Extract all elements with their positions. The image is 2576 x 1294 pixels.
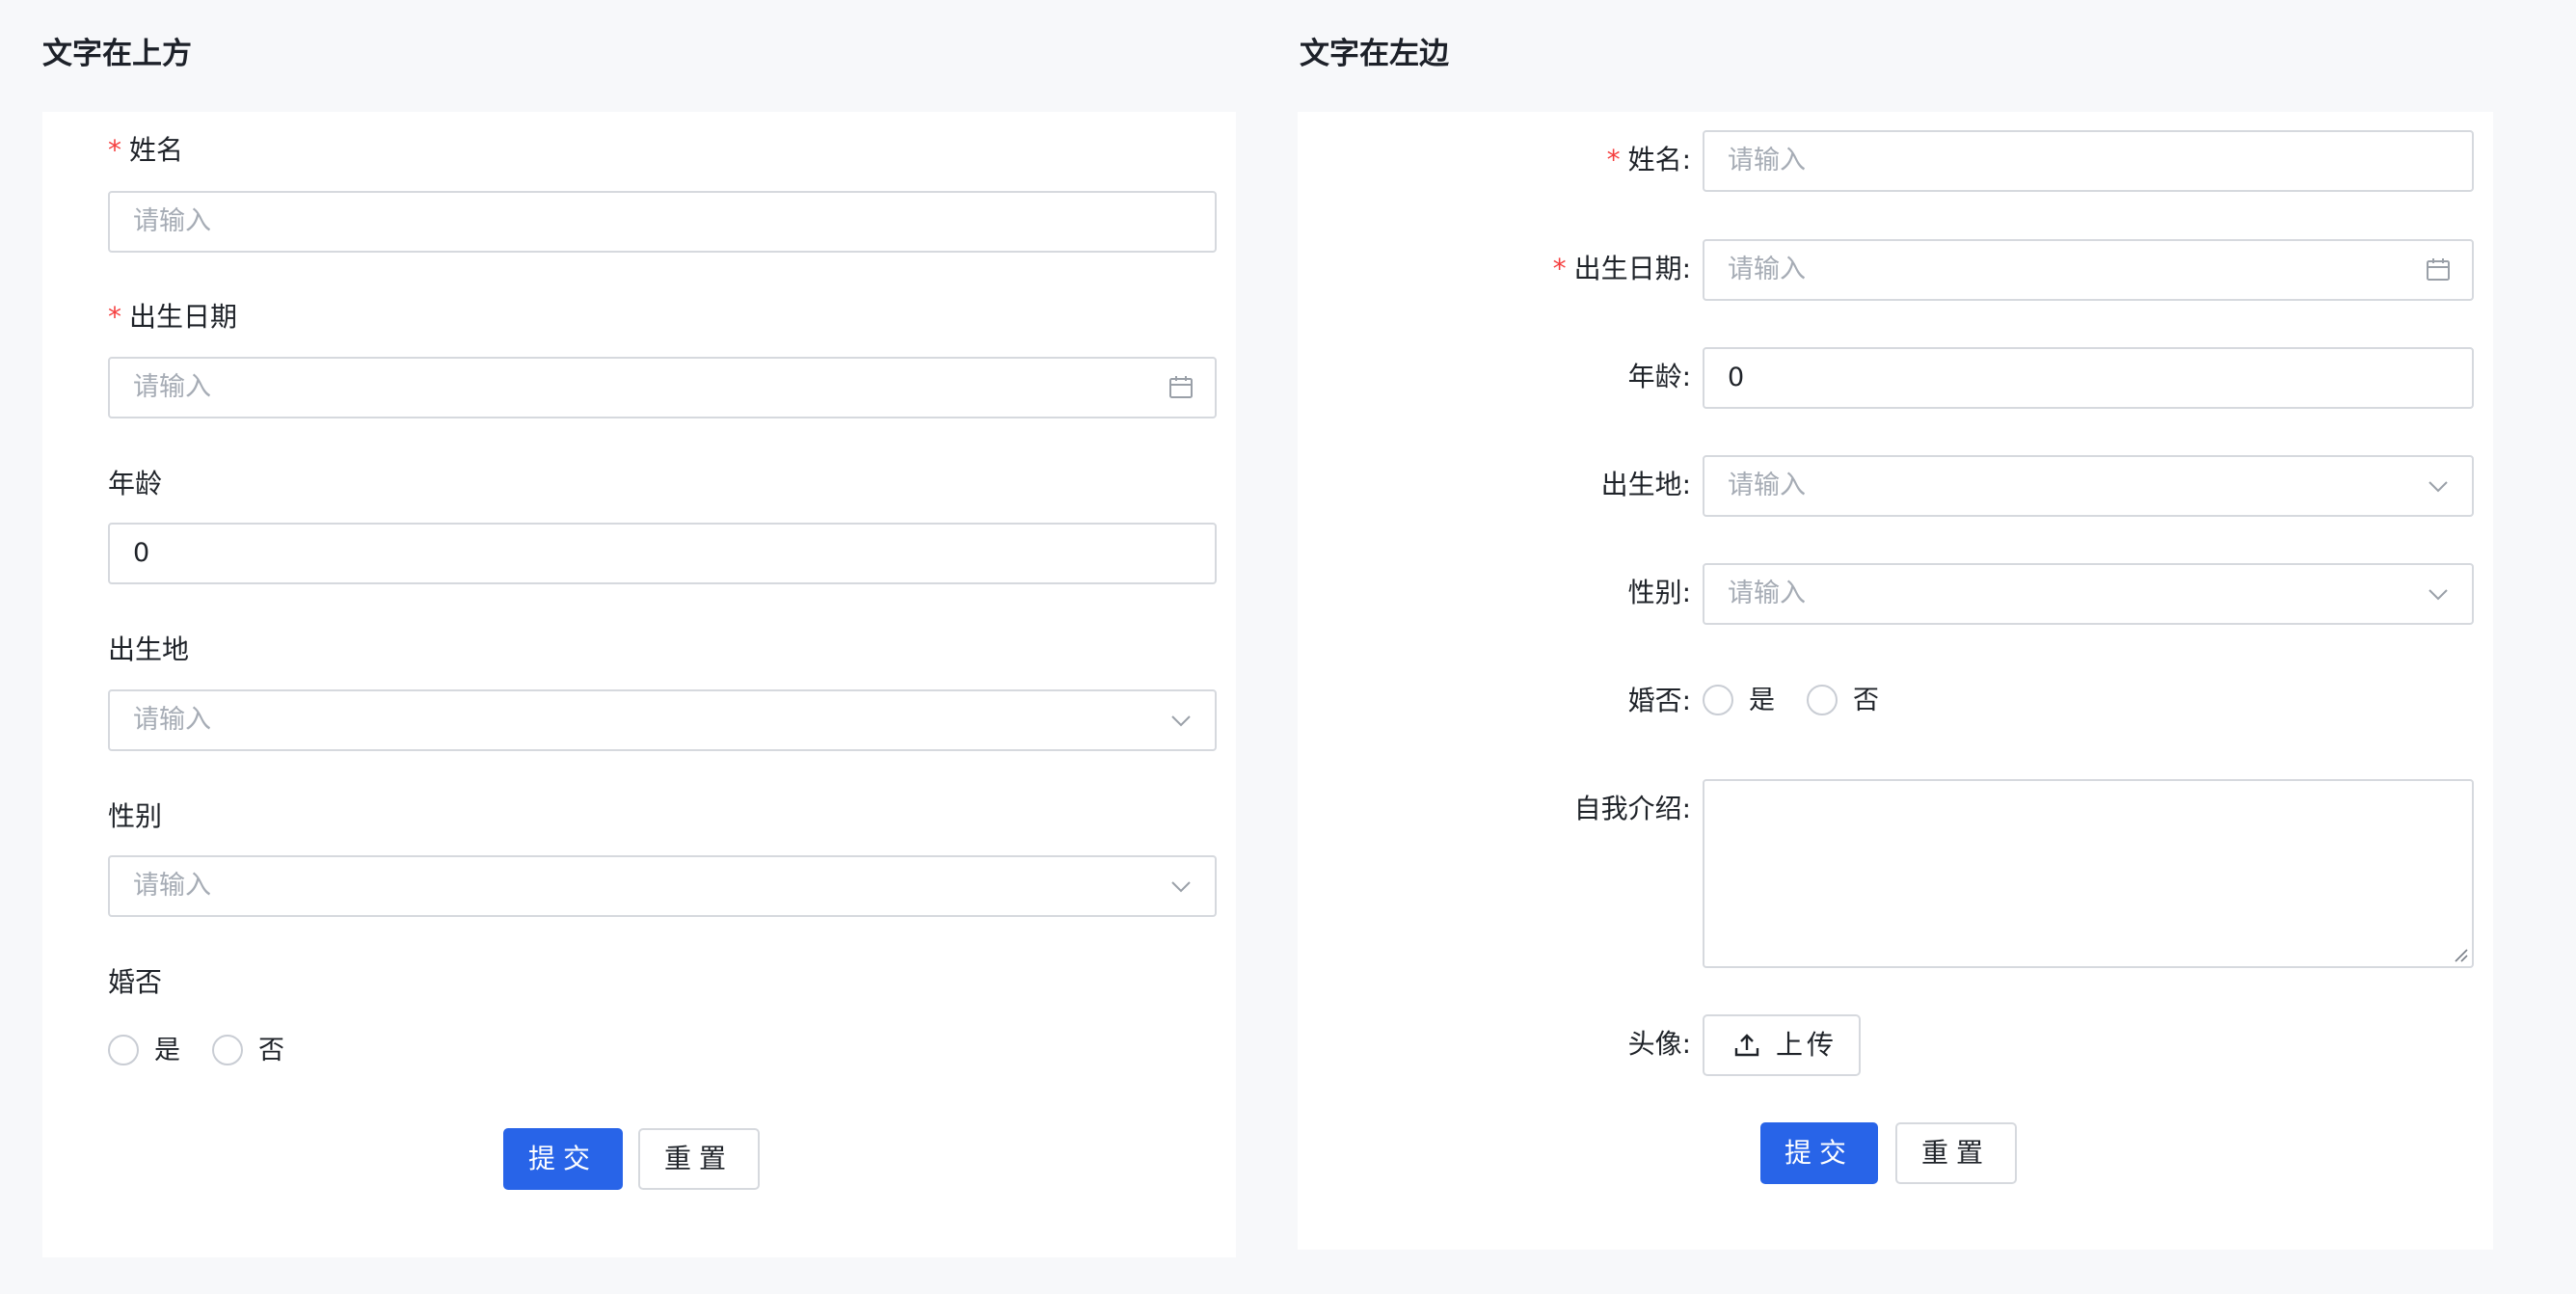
radio-label: 是 — [1749, 686, 1775, 715]
top-reset-button[interactable]: 重置 — [638, 1128, 760, 1190]
chevron-down-icon — [1171, 881, 1191, 893]
top-age-label: 年龄 — [108, 468, 163, 499]
left-submit-button[interactable]: 提交 — [1760, 1122, 1878, 1184]
left-birthplace-placeholder: 请输入 — [1728, 471, 1806, 500]
top-married-label: 婚否 — [108, 966, 163, 998]
left-name-input[interactable]: 请输入 — [1703, 130, 2474, 192]
left-birthplace-label: 出生地: — [1600, 469, 1691, 500]
top-form-panel — [42, 112, 1236, 1257]
top-gender-select[interactable]: 请输入 — [108, 855, 1217, 917]
top-birthdate-picker[interactable]: 请输入 — [108, 357, 1217, 418]
top-gender-placeholder: 请输入 — [133, 871, 211, 901]
left-birthdate-picker[interactable]: 请输入 — [1703, 239, 2474, 301]
top-age-input[interactable]: 0 — [108, 523, 1217, 584]
chevron-down-icon — [2428, 481, 2448, 493]
top-submit-button[interactable]: 提交 — [503, 1128, 623, 1190]
radio-circle[interactable] — [1703, 685, 1733, 715]
chevron-down-icon — [1171, 715, 1191, 727]
calendar-icon — [1169, 376, 1193, 398]
required-mark: * — [1552, 253, 1567, 284]
top-birthplace-select[interactable]: 请输入 — [108, 689, 1217, 751]
required-mark: * — [1606, 144, 1621, 175]
required-mark: * — [108, 301, 121, 333]
top-birthplace-label: 出生地 — [108, 634, 190, 665]
top-birthplace-placeholder: 请输入 — [133, 705, 211, 735]
left-reset-button[interactable]: 重置 — [1895, 1122, 2017, 1184]
left-birthdate-label: * 出生日期: — [1552, 253, 1691, 284]
left-name-label: * 姓名: — [1606, 144, 1691, 175]
top-gender-label: 性别 — [108, 800, 163, 832]
radio-circle[interactable] — [108, 1035, 139, 1065]
top-name-placeholder: 请输入 — [133, 206, 211, 236]
chevron-down-icon — [2428, 589, 2448, 601]
top-age-value: 0 — [133, 538, 150, 568]
calendar-icon — [2427, 258, 2450, 281]
left-birthdate-placeholder: 请输入 — [1728, 255, 1806, 284]
left-age-value: 0 — [1728, 363, 1745, 392]
left-age-input[interactable]: 0 — [1703, 347, 2474, 409]
top-form-title: 文字在上方 — [42, 37, 192, 71]
left-avatar-label: 头像: — [1627, 1028, 1691, 1060]
left-gender-label: 性别: — [1627, 577, 1691, 608]
radio-circle[interactable] — [1807, 685, 1838, 715]
left-married-label: 婚否: — [1627, 685, 1691, 716]
left-intro-label: 自我介绍: — [1573, 793, 1691, 824]
radio-label: 否 — [258, 1036, 284, 1065]
top-name-label: * 姓名 — [108, 134, 184, 166]
top-name-input[interactable]: 请输入 — [108, 191, 1217, 253]
left-age-label: 年龄: — [1627, 361, 1691, 392]
resize-handle-icon[interactable] — [2452, 946, 2469, 963]
radio-label: 否 — [1853, 686, 1879, 715]
left-name-placeholder: 请输入 — [1728, 146, 1806, 175]
left-married-radio-group: 是 否 — [1703, 684, 1992, 718]
upload-label: 上传 — [1776, 1029, 1838, 1061]
left-form-title: 文字在左边 — [1300, 37, 1449, 71]
upload-icon — [1734, 1034, 1759, 1057]
left-gender-select[interactable]: 请输入 — [1703, 563, 2474, 625]
left-avatar-upload-button[interactable]: 上传 — [1703, 1014, 1861, 1076]
left-birthplace-select[interactable]: 请输入 — [1703, 455, 2474, 517]
radio-label: 是 — [154, 1036, 180, 1065]
left-gender-placeholder: 请输入 — [1728, 579, 1806, 608]
top-birthdate-label: * 出生日期 — [108, 301, 238, 333]
left-intro-textarea[interactable] — [1703, 779, 2474, 968]
radio-circle[interactable] — [212, 1035, 243, 1065]
top-birthdate-placeholder: 请输入 — [133, 372, 211, 402]
required-mark: * — [108, 134, 121, 166]
top-married-radio-group: 是 否 — [108, 1034, 397, 1068]
